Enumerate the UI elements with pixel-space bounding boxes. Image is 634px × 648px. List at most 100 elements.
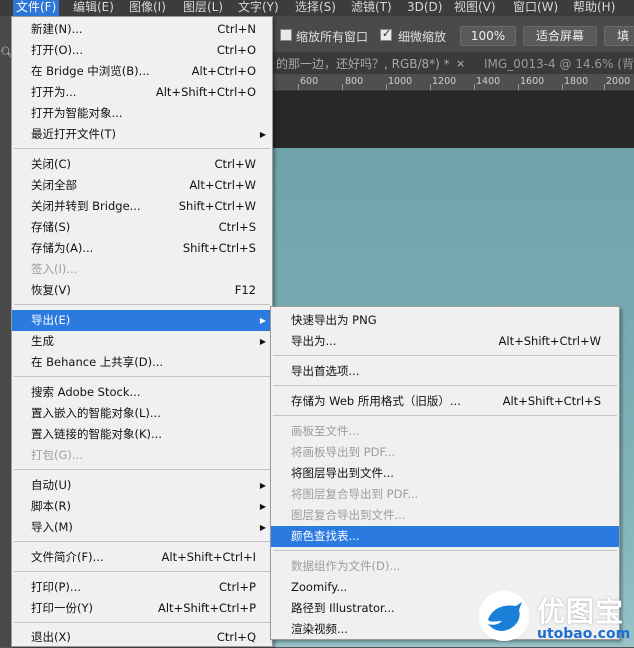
menu-item-label: 打印一份(Y) bbox=[31, 601, 93, 615]
menu-file[interactable]: 文件(F) bbox=[13, 0, 60, 16]
menu-item-label: 生成 bbox=[31, 334, 54, 348]
submenu-arrow-icon: ▶ bbox=[259, 130, 266, 139]
menu-edit[interactable]: 编辑(E) bbox=[70, 0, 117, 16]
file-menu-item-save[interactable]: 存储(S) Ctrl+S bbox=[12, 217, 272, 238]
file-menu-item-browse-bridge[interactable]: 在 Bridge 中浏览(B)... Alt+Ctrl+O bbox=[12, 61, 272, 82]
menu-item-label: 存储(S) bbox=[31, 220, 71, 234]
file-menu-item-recent[interactable]: 最近打开文件(T) ▶ bbox=[12, 124, 272, 145]
file-menu-item-export[interactable]: 导出(E) ▶ bbox=[12, 310, 272, 331]
scrubby-zoom-checkbox[interactable] bbox=[380, 27, 392, 41]
menu-item-label: 在 Behance 上共享(D)... bbox=[31, 355, 164, 369]
submenu-arrow-icon: ▶ bbox=[259, 502, 266, 511]
tab-document-2[interactable]: IMG_0013-4 @ 14.6% (背景 bbox=[484, 55, 634, 74]
menu-item-label: 快速导出为 PNG bbox=[291, 313, 377, 327]
file-menu-item-close[interactable]: 关闭(C) Ctrl+W bbox=[12, 154, 272, 175]
file-menu-item-package: 打包(G)... bbox=[12, 445, 272, 466]
file-menu-item-search-stock[interactable]: 搜索 Adobe Stock... bbox=[12, 382, 272, 403]
menu-select[interactable]: 选择(S) bbox=[292, 0, 339, 16]
menu-layer[interactable]: 图层(L) bbox=[180, 0, 226, 16]
watermark-bird-logo-icon bbox=[479, 591, 529, 641]
export-item-quick-png[interactable]: 快速导出为 PNG bbox=[271, 310, 619, 331]
menu-item-shortcut: Shift+Ctrl+S bbox=[182, 241, 256, 255]
menu-item-label: 最近打开文件(T) bbox=[31, 127, 116, 141]
menu-item-shortcut: Alt+Ctrl+O bbox=[191, 64, 256, 78]
menu-item-label: 关闭全部 bbox=[31, 178, 77, 192]
menu-item-label: 在 Bridge 中浏览(B)... bbox=[31, 64, 150, 78]
menu-help[interactable]: 帮助(H) bbox=[570, 0, 618, 16]
menu-item-label: 搜索 Adobe Stock... bbox=[31, 385, 141, 399]
menu-separator bbox=[273, 355, 617, 356]
tab-document-1[interactable]: 的那一边，还好吗？, RGB/8*) * bbox=[276, 55, 451, 74]
menu-item-shortcut: Ctrl+W bbox=[214, 157, 256, 171]
menu-separator bbox=[14, 376, 270, 377]
menu-item-label: 退出(X) bbox=[31, 630, 71, 644]
file-menu-item-place-linked[interactable]: 置入链接的智能对象(K)... bbox=[12, 424, 272, 445]
file-menu-item-print-one[interactable]: 打印一份(Y) Alt+Shift+Ctrl+P bbox=[12, 598, 272, 619]
file-menu-item-close-go-bridge[interactable]: 关闭并转到 Bridge... Shift+Ctrl+W bbox=[12, 196, 272, 217]
menu-item-label: 存储为(A)... bbox=[31, 241, 94, 255]
file-menu-item-generate[interactable]: 生成 ▶ bbox=[12, 331, 272, 352]
menu-3d[interactable]: 3D(D) bbox=[404, 0, 445, 16]
file-menu-item-open-as[interactable]: 打开为... Alt+Shift+Ctrl+O bbox=[12, 82, 272, 103]
menu-item-label: 打开(O)... bbox=[31, 43, 83, 57]
file-menu-item-open-smart-object[interactable]: 打开为智能对象... bbox=[12, 103, 272, 124]
menu-item-label: 导出首选项... bbox=[291, 364, 360, 378]
file-menu-item-scripts[interactable]: 脚本(R) ▶ bbox=[12, 496, 272, 517]
zoom-all-windows-label: 缩放所有窗口 bbox=[296, 30, 369, 44]
file-menu-item-place-embedded[interactable]: 置入嵌入的智能对象(L)... bbox=[12, 403, 272, 424]
ruler-tick bbox=[518, 84, 519, 90]
menu-item-label: 自动(U) bbox=[31, 478, 72, 492]
ruler-label: 1800 bbox=[564, 76, 589, 87]
file-menu-item-open[interactable]: 打开(O)... Ctrl+O bbox=[12, 40, 272, 61]
ruler-tick bbox=[474, 84, 475, 90]
menu-item-label: 打包(G)... bbox=[31, 448, 83, 462]
zoom-all-windows-checkbox[interactable] bbox=[280, 29, 292, 41]
menu-item-label: 导出(E) bbox=[31, 313, 71, 327]
tab-close-icon[interactable]: × bbox=[456, 55, 465, 73]
menu-view[interactable]: 视图(V) bbox=[451, 0, 499, 16]
menu-item-shortcut: Alt+Shift+Ctrl+W bbox=[498, 334, 601, 348]
file-menu-item-automate[interactable]: 自动(U) ▶ bbox=[12, 475, 272, 496]
menu-item-label: 数据组作为文件(D)... bbox=[291, 559, 401, 573]
ruler-label: 2000 bbox=[606, 76, 631, 87]
menu-item-shortcut: Ctrl+N bbox=[217, 22, 256, 36]
export-item-layer-comps-files: 图层复合导出到文件... bbox=[271, 505, 619, 526]
menu-item-shortcut: Alt+Shift+Ctrl+S bbox=[502, 394, 601, 408]
export-item-export-as[interactable]: 导出为... Alt+Shift+Ctrl+W bbox=[271, 331, 619, 352]
menu-item-shortcut: Shift+Ctrl+W bbox=[178, 199, 256, 213]
file-menu-item-share-behance[interactable]: 在 Behance 上共享(D)... bbox=[12, 352, 272, 373]
menu-item-shortcut: Ctrl+O bbox=[216, 43, 256, 57]
menu-item-label: 关闭(C) bbox=[31, 157, 72, 171]
ruler-label: 800 bbox=[345, 76, 364, 87]
watermark-title: 优图宝 bbox=[537, 595, 625, 628]
zoom-100-button[interactable]: 100% bbox=[460, 26, 516, 46]
menu-item-shortcut: Alt+Shift+Ctrl+O bbox=[155, 85, 256, 99]
file-menu-item-new[interactable]: 新建(N)... Ctrl+N bbox=[12, 19, 272, 40]
export-item-color-lookup[interactable]: 颜色查找表... bbox=[271, 526, 619, 547]
menu-separator bbox=[14, 571, 270, 572]
menu-item-label: 签入(I)... bbox=[31, 262, 78, 276]
menu-window[interactable]: 窗口(W) bbox=[510, 0, 561, 16]
file-menu-item-print[interactable]: 打印(P)... Ctrl+P bbox=[12, 577, 272, 598]
menu-separator bbox=[273, 385, 617, 386]
menu-type[interactable]: 文字(Y) bbox=[235, 0, 282, 16]
menu-image[interactable]: 图像(I) bbox=[126, 0, 169, 16]
fit-screen-button[interactable]: 适合屏幕 bbox=[523, 26, 597, 46]
export-item-save-for-web[interactable]: 存储为 Web 所用格式（旧版）... Alt+Shift+Ctrl+S bbox=[271, 391, 619, 412]
menu-filter[interactable]: 滤镜(T) bbox=[348, 0, 395, 16]
fill-screen-button[interactable]: 填 bbox=[604, 26, 634, 46]
file-menu-item-exit[interactable]: 退出(X) Ctrl+Q bbox=[12, 627, 272, 648]
ruler-tick bbox=[386, 84, 387, 90]
export-item-layers-files[interactable]: 将图层导出到文件... bbox=[271, 463, 619, 484]
export-item-preferences[interactable]: 导出首选项... bbox=[271, 361, 619, 382]
file-menu-item-file-info[interactable]: 文件简介(F)... Alt+Shift+Ctrl+I bbox=[12, 547, 272, 568]
export-item-data-sets: 数据组作为文件(D)... bbox=[271, 556, 619, 577]
file-menu-item-import[interactable]: 导入(M) ▶ bbox=[12, 517, 272, 538]
menu-item-label: 打开为... bbox=[31, 85, 77, 99]
file-menu-item-close-all[interactable]: 关闭全部 Alt+Ctrl+W bbox=[12, 175, 272, 196]
file-menu-item-revert[interactable]: 恢复(V) F12 bbox=[12, 280, 272, 301]
export-item-layer-comps-pdf: 将图层复合导出到 PDF... bbox=[271, 484, 619, 505]
menu-item-label: 文件简介(F)... bbox=[31, 550, 104, 564]
file-menu-item-save-as[interactable]: 存储为(A)... Shift+Ctrl+S bbox=[12, 238, 272, 259]
menu-item-shortcut: Ctrl+P bbox=[218, 580, 256, 594]
